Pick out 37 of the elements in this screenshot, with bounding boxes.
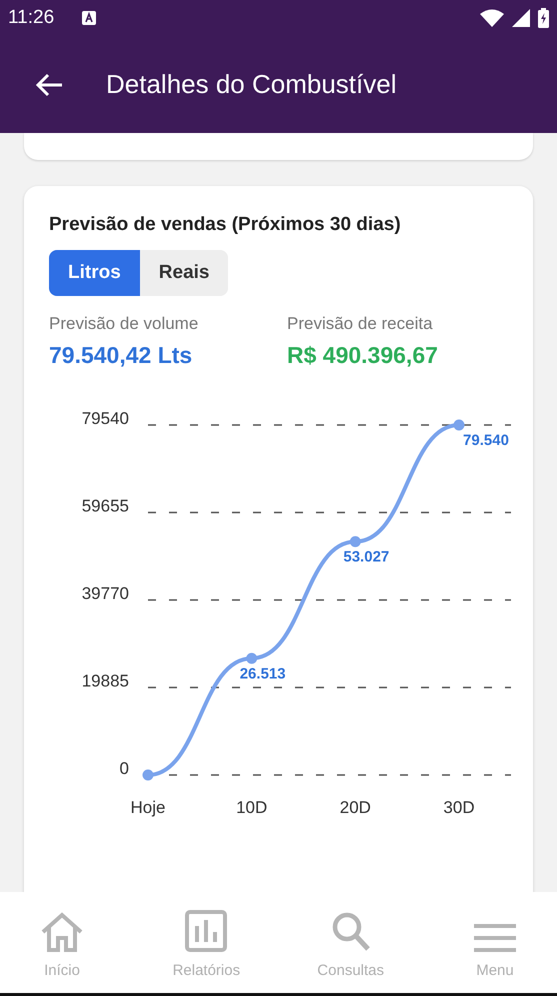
data-point [246, 652, 258, 664]
nav-item[interactable]: Início [12, 892, 112, 993]
data-point [142, 770, 154, 780]
data-label: 26.513 [240, 665, 286, 682]
nav-item[interactable]: Menu [444, 892, 545, 993]
screen-title: Detalhes do Combustível [106, 69, 396, 100]
x-tick-label: Hoje [130, 798, 166, 817]
search-icon [330, 912, 371, 952]
nav-item[interactable]: Relatórios [156, 892, 256, 993]
y-tick-label: 0 [120, 759, 129, 778]
bar-chart-icon [185, 910, 228, 952]
y-tick-label: 59655 [82, 496, 129, 516]
back-arrow-icon[interactable] [35, 72, 63, 96]
x-tick-label: 10D [236, 798, 268, 817]
data-point [454, 420, 464, 430]
data-point [350, 536, 361, 548]
status-time: 11:26 [8, 7, 54, 29]
home-icon [40, 912, 84, 952]
y-tick-label: 39770 [82, 584, 129, 603]
x-tick-label: 20D [340, 798, 371, 817]
metric-label: Previsão de receita [287, 314, 434, 334]
unit-tab[interactable]: Litros [49, 250, 140, 296]
metric-value: R$ 490.396,67 [287, 342, 439, 369]
y-tick-label: 79540 [82, 409, 129, 428]
menu-icon [474, 924, 516, 952]
x-tick-label: 30D [443, 798, 475, 817]
data-label: 53.027 [343, 548, 390, 566]
signal-icon [512, 9, 530, 27]
wifi-icon [480, 9, 504, 27]
metric-label: Previsão de volume [49, 314, 200, 334]
battery-icon [538, 8, 549, 28]
metric-value: 79.540,42 Lts [49, 342, 194, 369]
data-label: 79.540 [463, 432, 509, 449]
card-title: Previsão de vendas (Próximos 30 dias) [49, 214, 402, 236]
notification-icon [82, 11, 96, 25]
y-tick-label: 19885 [82, 672, 129, 690]
nav-item[interactable]: Consultas [300, 892, 401, 993]
